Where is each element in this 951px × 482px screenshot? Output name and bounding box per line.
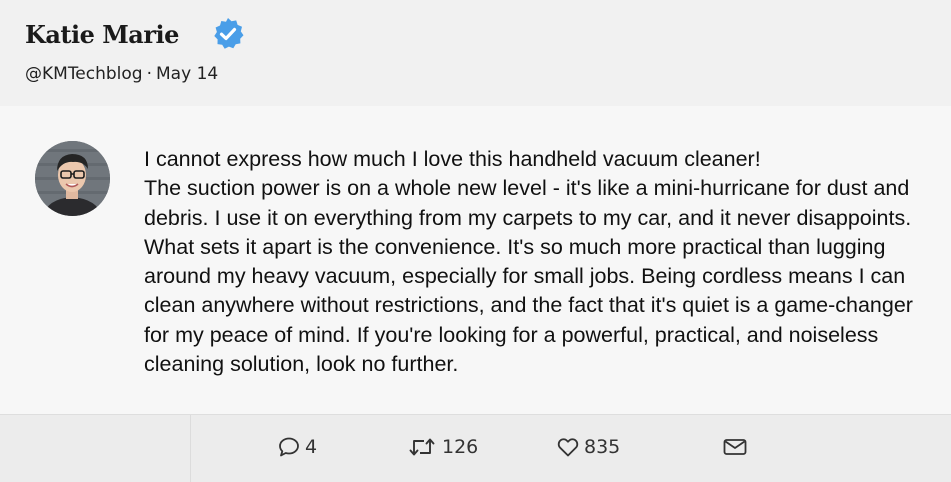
envelope-icon bbox=[722, 435, 748, 459]
reply-button[interactable]: 4 bbox=[277, 435, 317, 459]
author-handle[interactable]: @KMTechblog bbox=[25, 64, 143, 84]
tweet-text-line1: I cannot express how much I love this ha… bbox=[144, 147, 761, 171]
heart-icon bbox=[556, 435, 580, 459]
share-button[interactable] bbox=[722, 435, 748, 459]
tweet-header: Katie Marie @KMTechblog · May 14 bbox=[0, 0, 951, 106]
verified-badge-icon bbox=[210, 16, 246, 52]
reply-icon bbox=[277, 435, 301, 459]
retweet-count: 126 bbox=[442, 436, 479, 458]
like-button[interactable]: 835 bbox=[556, 435, 620, 459]
footer-divider bbox=[190, 415, 191, 482]
tweet-content: I cannot express how much I love this ha… bbox=[0, 106, 951, 414]
tweet-actions: 4 126 835 bbox=[0, 414, 951, 482]
retweet-button[interactable]: 126 bbox=[408, 435, 478, 459]
tweet-date[interactable]: May 14 bbox=[156, 64, 218, 84]
retweet-icon bbox=[408, 435, 436, 459]
meta-separator: · bbox=[146, 64, 153, 84]
tweet-text: I cannot express how much I love this ha… bbox=[144, 145, 944, 379]
tweet-text-body: The suction power is on a whole new leve… bbox=[144, 176, 913, 377]
reply-count: 4 bbox=[305, 436, 318, 458]
author-name[interactable]: Katie Marie bbox=[25, 20, 179, 49]
author-meta: @KMTechblog · May 14 bbox=[25, 64, 218, 84]
avatar[interactable] bbox=[35, 141, 110, 216]
author-row: Katie Marie bbox=[25, 16, 246, 52]
like-count: 835 bbox=[584, 436, 621, 458]
